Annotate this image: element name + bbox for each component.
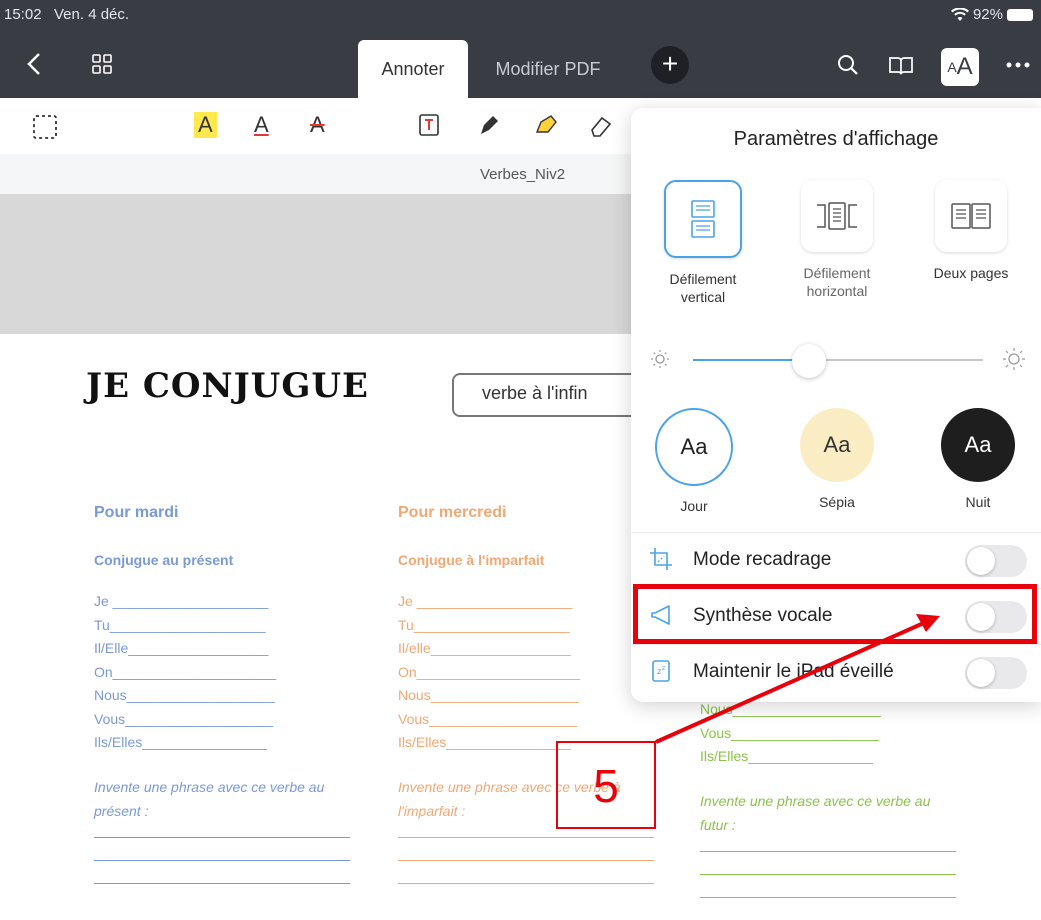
annotation-arrow bbox=[655, 614, 940, 744]
step-number: 5 bbox=[593, 760, 619, 812]
step-number-box: 5 bbox=[556, 741, 656, 829]
